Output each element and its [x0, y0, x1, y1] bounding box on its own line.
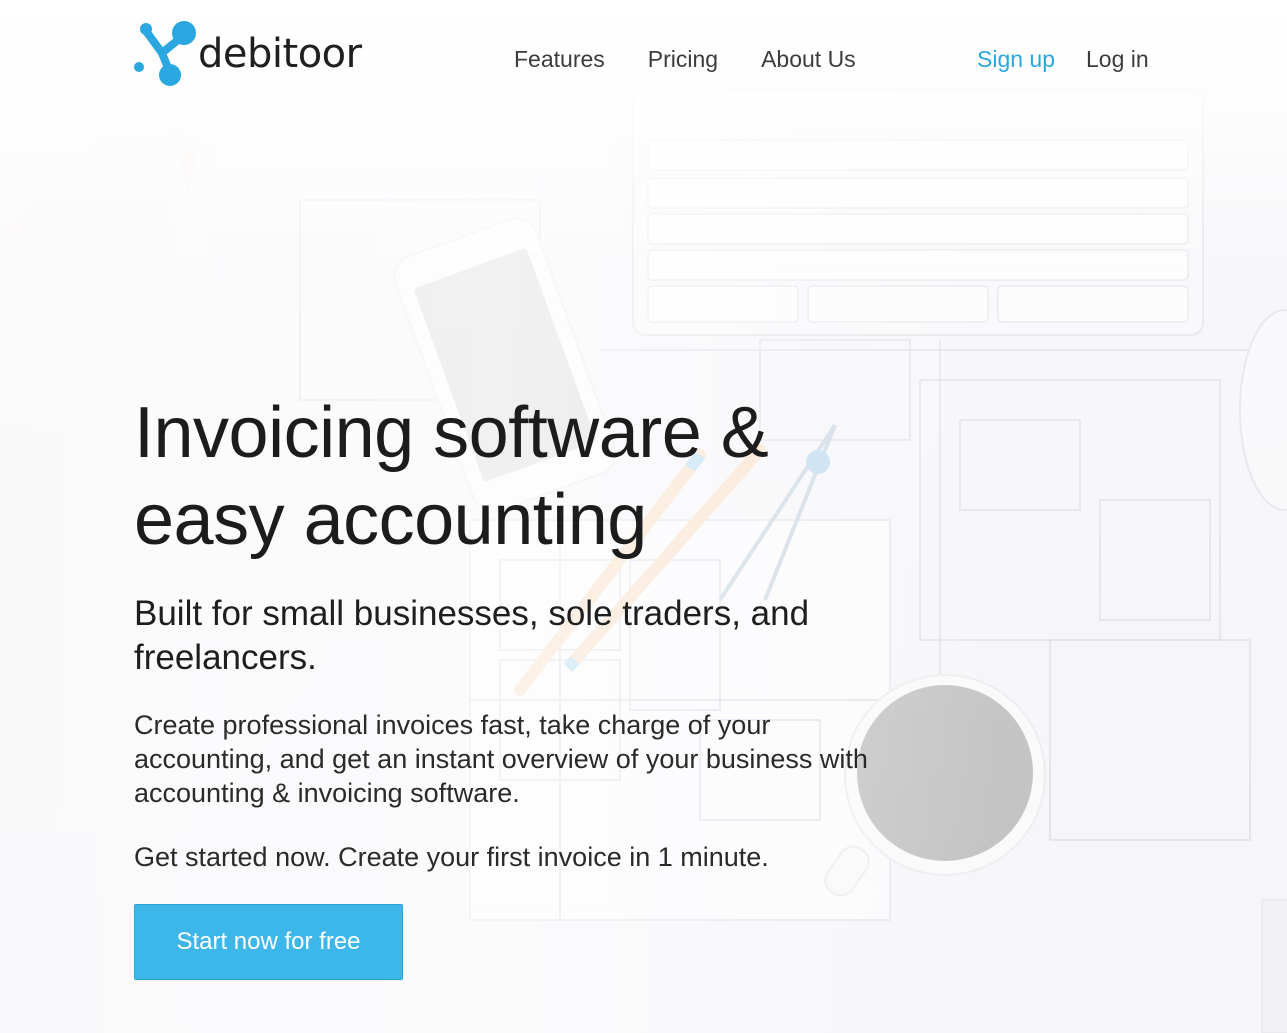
- hero-title-line-2: easy accounting: [134, 480, 647, 560]
- start-now-button[interactable]: Start now for free: [134, 904, 403, 980]
- site-header: debitoor Features Pricing About Us Sign …: [0, 0, 1287, 125]
- hero-cta-text: Get started now. Create your first invoi…: [134, 842, 769, 872]
- nav-item-pricing[interactable]: Pricing: [648, 46, 718, 73]
- nav-item-features[interactable]: Features: [514, 46, 605, 73]
- sign-up-link[interactable]: Sign up: [977, 46, 1055, 73]
- hero-section: Invoicing software & easy accounting Bui…: [134, 390, 914, 980]
- log-in-link[interactable]: Log in: [1086, 46, 1149, 73]
- brand-logo[interactable]: debitoor: [134, 19, 362, 87]
- brand-name: debitoor: [198, 31, 362, 77]
- hero-subtitle: Built for small businesses, sole traders…: [134, 594, 810, 677]
- nav-item-about-us[interactable]: About Us: [761, 46, 856, 73]
- hero-title-line-1: Invoicing software &: [134, 393, 769, 473]
- molecule-logo-icon: [134, 21, 196, 86]
- auth-links: Sign up Log in: [977, 46, 1149, 73]
- main-nav: Features Pricing About Us: [514, 46, 899, 73]
- hero-description: Create professional invoices fast, take …: [134, 710, 868, 808]
- hero-title: Invoicing software & easy accounting: [134, 390, 914, 564]
